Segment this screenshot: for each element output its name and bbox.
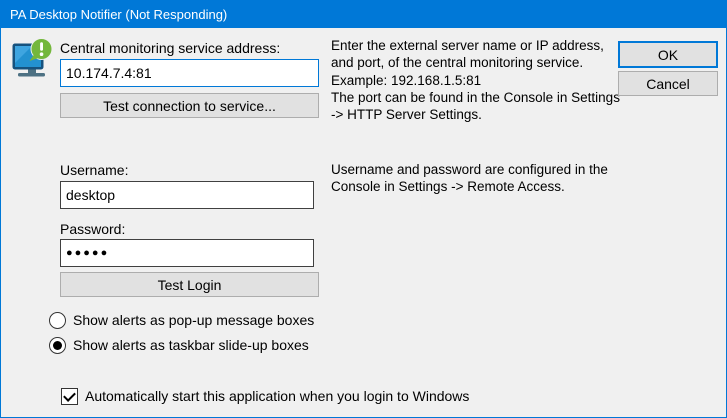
test-login-button[interactable]: Test Login [60, 272, 319, 297]
password-input[interactable] [60, 239, 314, 267]
password-label: Password: [60, 221, 125, 237]
address-input[interactable] [60, 59, 319, 87]
address-label: Central monitoring service address: [60, 40, 280, 56]
test-connection-button[interactable]: Test connection to service... [60, 93, 319, 118]
address-help-text: Enter the external server name or IP add… [331, 37, 661, 123]
title-bar[interactable]: PA Desktop Notifier (Not Responding) [1, 1, 726, 28]
radio-button-icon[interactable] [49, 312, 66, 329]
login-help-text: Username and password are configured in … [331, 161, 661, 196]
username-input[interactable] [60, 181, 314, 209]
username-label: Username: [60, 162, 128, 178]
dialog-window: PA Desktop Notifier (Not Responding) Cen… [0, 0, 727, 418]
cancel-button[interactable]: Cancel [618, 71, 718, 96]
autostart-label: Automatically start this application whe… [85, 388, 469, 404]
window-title: PA Desktop Notifier (Not Responding) [10, 7, 227, 22]
radio-popup-alerts[interactable]: Show alerts as pop-up message boxes [49, 311, 314, 329]
radio-popup-alerts-label: Show alerts as pop-up message boxes [73, 312, 314, 328]
radio-taskbar-alerts[interactable]: Show alerts as taskbar slide-up boxes [49, 336, 309, 354]
radio-taskbar-alerts-label: Show alerts as taskbar slide-up boxes [73, 337, 309, 353]
checkbox-icon[interactable] [61, 388, 78, 405]
autostart-option[interactable]: Automatically start this application whe… [61, 387, 469, 405]
radio-button-icon[interactable] [49, 337, 66, 354]
ok-button[interactable]: OK [618, 41, 718, 68]
desktop-monitor-alert-icon [11, 38, 53, 85]
